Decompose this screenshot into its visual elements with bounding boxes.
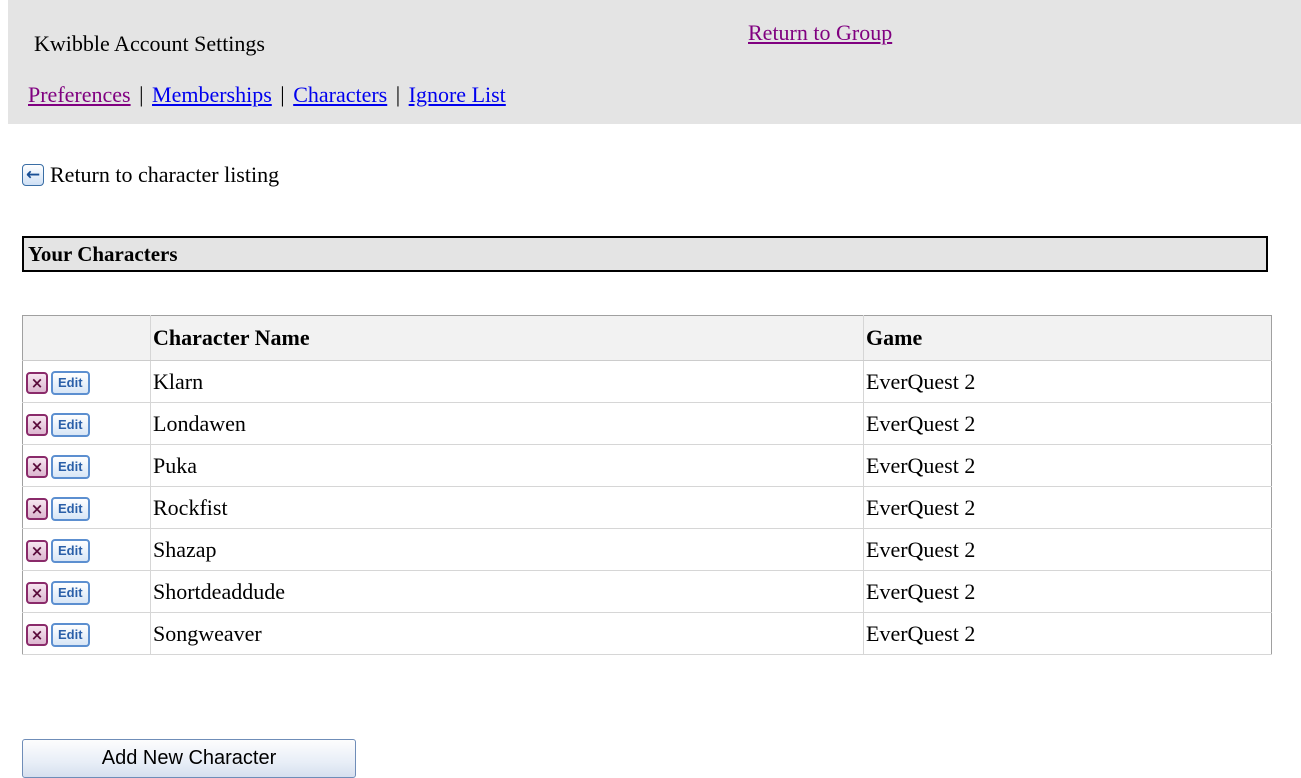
character-name-cell: Klarn: [150, 360, 864, 403]
character-name-cell: Londawen: [150, 402, 864, 445]
settings-nav: Preferences | Memberships | Characters |…: [28, 82, 506, 108]
character-name-cell: Rockfist: [150, 486, 864, 529]
characters-table: Character Name Game × Edit Klarn EverQues…: [22, 315, 1272, 655]
character-name-cell: Songweaver: [150, 612, 864, 655]
return-to-character-listing-label[interactable]: Return to character listing: [50, 162, 279, 188]
row-actions: × Edit: [22, 360, 151, 403]
row-actions: × Edit: [22, 486, 151, 529]
table-row: × Edit Rockfist EverQuest 2: [22, 486, 1272, 529]
game-cell: EverQuest 2: [863, 528, 1272, 571]
game-cell: EverQuest 2: [863, 570, 1272, 613]
edit-character-button[interactable]: Edit: [51, 412, 90, 437]
nav-ignore-list-link[interactable]: Ignore List: [409, 82, 506, 107]
back-arrow-icon[interactable]: ←: [22, 164, 44, 186]
delete-character-button[interactable]: ×: [26, 413, 48, 436]
edit-character-button[interactable]: Edit: [51, 538, 90, 563]
delete-character-button[interactable]: ×: [26, 455, 48, 478]
game-cell: EverQuest 2: [863, 612, 1272, 655]
return-to-character-listing[interactable]: ← Return to character listing: [22, 162, 279, 188]
row-actions: × Edit: [22, 444, 151, 487]
actions-column-header: [22, 315, 151, 361]
account-settings-title: Kwibble Account Settings: [34, 31, 265, 56]
your-characters-heading: Your Characters: [22, 236, 1268, 272]
nav-memberships-link[interactable]: Memberships: [152, 82, 272, 107]
game-cell: EverQuest 2: [863, 360, 1272, 403]
table-header-row: Character Name Game: [22, 315, 1272, 361]
table-row: × Edit Klarn EverQuest 2: [22, 360, 1272, 403]
nav-preferences-link[interactable]: Preferences: [28, 82, 131, 107]
row-actions: × Edit: [22, 612, 151, 655]
row-actions: × Edit: [22, 528, 151, 571]
character-name-column-header: Character Name: [150, 315, 864, 361]
game-cell: EverQuest 2: [863, 486, 1272, 529]
edit-character-button[interactable]: Edit: [51, 622, 90, 647]
delete-character-button[interactable]: ×: [26, 623, 48, 646]
table-row: × Edit Shazap EverQuest 2: [22, 528, 1272, 571]
return-to-group-link[interactable]: Return to Group: [748, 20, 892, 46]
delete-character-button[interactable]: ×: [26, 581, 48, 604]
delete-character-button[interactable]: ×: [26, 497, 48, 520]
delete-character-button[interactable]: ×: [26, 371, 48, 394]
character-name-cell: Shortdeaddude: [150, 570, 864, 613]
nav-characters-link[interactable]: Characters: [293, 82, 387, 107]
account-header: Kwibble Account Settings Return to Group…: [8, 0, 1301, 124]
edit-character-button[interactable]: Edit: [51, 580, 90, 605]
row-actions: × Edit: [22, 402, 151, 445]
row-actions: × Edit: [22, 570, 151, 613]
nav-separator: |: [395, 82, 401, 107]
edit-character-button[interactable]: Edit: [51, 496, 90, 521]
edit-character-button[interactable]: Edit: [51, 370, 90, 395]
game-column-header: Game: [863, 315, 1272, 361]
add-new-character-button[interactable]: Add New Character: [22, 739, 356, 778]
delete-character-button[interactable]: ×: [26, 539, 48, 562]
table-row: × Edit Songweaver EverQuest 2: [22, 612, 1272, 655]
nav-separator: |: [139, 82, 144, 107]
game-cell: EverQuest 2: [863, 444, 1272, 487]
table-row: × Edit Shortdeaddude EverQuest 2: [22, 570, 1272, 613]
table-row: × Edit Puka EverQuest 2: [22, 444, 1272, 487]
edit-character-button[interactable]: Edit: [51, 454, 90, 479]
table-row: × Edit Londawen EverQuest 2: [22, 402, 1272, 445]
game-cell: EverQuest 2: [863, 402, 1272, 445]
character-name-cell: Puka: [150, 444, 864, 487]
nav-separator: |: [280, 82, 285, 107]
character-name-cell: Shazap: [150, 528, 864, 571]
